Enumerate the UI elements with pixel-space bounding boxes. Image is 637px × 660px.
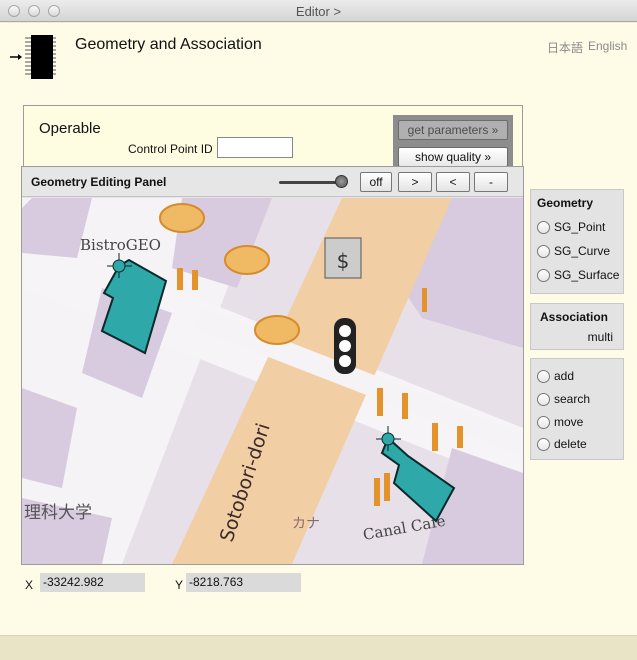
radio-label: delete [554,437,587,451]
bank-icon: $ [324,237,362,279]
radio-label: add [554,369,575,383]
off-button[interactable]: off [360,172,392,192]
radio-label: SG_Point [554,220,606,234]
radio-label: move [554,415,584,429]
radio-add[interactable]: add [537,368,574,384]
radio-move[interactable]: move [537,414,583,430]
x-coordinate-value: -33242.982 [40,573,145,592]
radio-button[interactable] [537,437,550,451]
association-value: multi [587,330,613,344]
chip-logo-icon [10,35,56,79]
window-title: Editor > [295,4,342,19]
panel-title: Geometry Editing Panel [31,175,167,189]
x-coordinate-label: X [25,578,34,592]
language-english-link[interactable]: English [588,39,627,53]
geometry-editing-panel: Geometry Editing Panel off > < - $ Bistr… [21,166,524,565]
association-box: Association multi [530,303,624,350]
university-map-label: 理科大学 [24,503,92,523]
radio-label: SG_Curve [554,244,611,258]
status-bar [0,635,637,660]
y-coordinate-label: Y [175,578,184,592]
radio-button[interactable] [537,268,550,282]
show-quality-button[interactable]: show quality » [398,147,508,167]
svg-text:$: $ [337,249,350,273]
language-japanese-link[interactable]: 日本語 [547,39,583,56]
radio-label: search [554,392,591,406]
traffic-light-icon [334,318,356,374]
geometry-title: Geometry [537,196,594,210]
previous-button[interactable]: < [436,172,470,192]
radio-label: SG_Surface [554,268,620,282]
panel-header: Geometry Editing Panel off > < - [22,167,523,197]
actions-box: add search move delete [530,358,624,460]
kana-map-label: カナ [292,516,320,532]
window-titlebar: Editor > [0,0,637,22]
radio-sg-curve[interactable]: SG_Curve [537,243,610,259]
info-icon [422,288,427,312]
control-point-label: Control Point ID [128,142,213,156]
radio-button[interactable] [537,244,550,258]
opacity-slider-handle[interactable] [335,175,348,188]
control-point-id-input[interactable] [217,137,293,158]
radio-sg-point[interactable]: SG_Point [537,219,605,235]
bistro-map-label: BistroGEO [80,236,161,254]
radio-button[interactable] [537,220,550,234]
opacity-slider-track[interactable] [279,181,343,184]
get-parameters-button[interactable]: get parameters » [398,120,508,140]
operable-label: Operable [39,120,101,137]
next-button[interactable]: > [398,172,432,192]
radio-button[interactable] [537,369,550,383]
association-title: Association [540,310,609,324]
radio-delete[interactable]: delete [537,436,587,452]
page-title: Geometry and Association [75,36,262,53]
radio-button[interactable] [537,392,550,406]
map-canvas[interactable]: $ BistroGEO Canal Cafe Sotobori-dori 理科大… [22,198,523,564]
geometry-options-box: Geometry SG_Point SG_Curve SG_Surface [530,189,624,294]
y-coordinate-value: -8218.763 [186,573,301,592]
radio-sg-surface[interactable]: SG_Surface [537,267,619,283]
radio-button[interactable] [537,415,550,429]
minus-button[interactable]: - [474,172,508,192]
radio-search[interactable]: search [537,391,590,407]
